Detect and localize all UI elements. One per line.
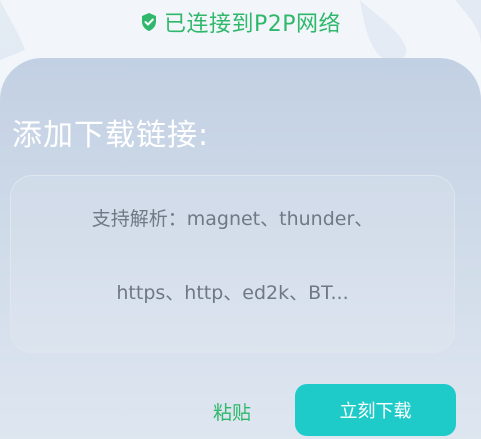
download-now-button[interactable]: 立刻下载 — [295, 384, 456, 436]
input-placeholder-line-2: https、http、ed2k、BT... — [116, 282, 349, 304]
panel-title: 添加下载链接: — [12, 118, 210, 153]
p2p-status-bar: 已连接到P2P网络 — [0, 4, 481, 40]
shield-check-icon — [141, 13, 156, 31]
download-link-input[interactable]: 支持解析：magnet、thunder、 https、http、ed2k、BT.… — [10, 175, 455, 353]
paste-button[interactable]: 粘贴 — [213, 398, 251, 425]
input-placeholder-line-1: 支持解析：magnet、thunder、 — [91, 208, 374, 230]
status-text: 已连接到P2P网络 — [163, 12, 342, 37]
action-row: 粘贴 立刻下载 — [0, 384, 481, 438]
